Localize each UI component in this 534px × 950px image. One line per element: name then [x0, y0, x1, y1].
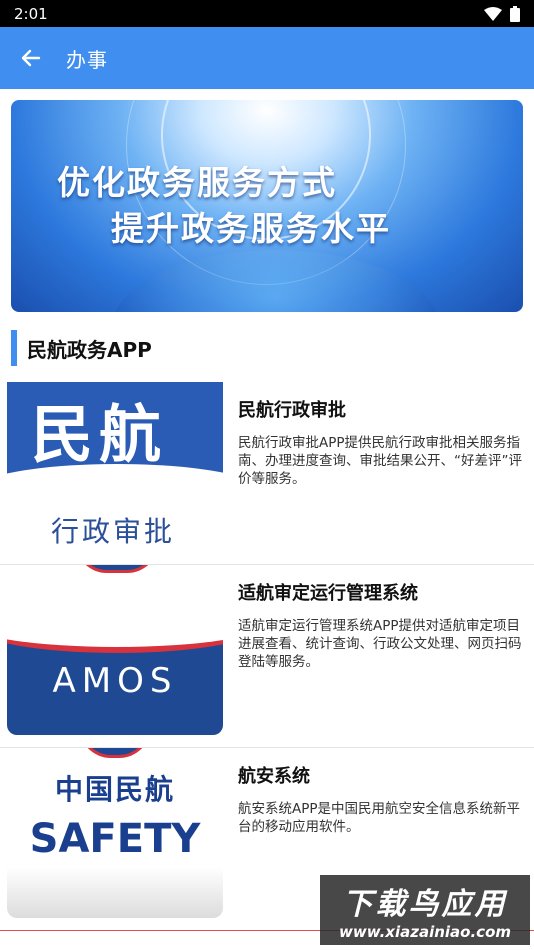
- app-thumbnail: 民航 行政审批: [7, 382, 223, 552]
- app-item-amos[interactable]: AMOS 适航审定运行管理系统 适航审定运行管理系统APP提供对适航审定项目进展…: [0, 565, 534, 748]
- thumb-text: AMOS: [52, 661, 178, 701]
- app-description: 适航审定运行管理系统APP提供对适航审定项目进展查看、统计查询、行政公文处理、网…: [238, 618, 522, 670]
- section-accent-bar: [11, 330, 17, 366]
- app-name: 航安系统: [238, 766, 310, 787]
- app-description: 民航行政审批APP提供民航行政审批相关服务指南、办理进度查询、审批结果公开、“好…: [238, 435, 522, 487]
- status-bar: 2:01: [0, 0, 534, 27]
- wifi-icon: [484, 6, 502, 21]
- banner-line-2: 提升政务服务水平: [111, 209, 391, 248]
- arrow-left-icon: [21, 49, 41, 67]
- banner[interactable]: 优化政务服务方式 提升政务服务水平: [11, 100, 523, 312]
- section-title: 民航政务APP: [27, 337, 152, 362]
- thumb-big-text: 民航: [31, 398, 168, 471]
- app-thumbnail: 中国民航 SAFETY: [7, 748, 223, 918]
- caac-logo-icon: [79, 748, 151, 758]
- app-description: 航安系统APP是中国民用航空安全信息系统新平台的移动应用软件。: [238, 801, 521, 835]
- section-header: 民航政务APP: [11, 329, 152, 367]
- banner-line-1: 优化政务服务方式: [57, 163, 337, 202]
- thumb-en-text: SAFETY: [29, 816, 201, 862]
- app-bar: 办事: [0, 27, 534, 89]
- app-name: 民航行政审批: [238, 400, 346, 421]
- content-area: 优化政务服务方式 提升政务服务水平 民航政务APP 民航 行政审批 民航行政审批…: [0, 89, 534, 950]
- thumb-small-text: 行政审批: [51, 515, 176, 548]
- banner-globe: [111, 250, 441, 312]
- battery-icon: [510, 5, 520, 22]
- app-name: 适航审定运行管理系统: [238, 583, 418, 604]
- thumb-cn-text: 中国民航: [54, 773, 175, 806]
- status-icons: [484, 5, 520, 22]
- app-item-xingzheng-shenpi[interactable]: 民航 行政审批 民航行政审批 民航行政审批APP提供民航行政审批相关服务指南、办…: [0, 382, 534, 565]
- back-button[interactable]: [0, 27, 62, 89]
- status-time: 2:01: [14, 4, 48, 23]
- thumb-red-swoosh: [7, 593, 223, 653]
- watermark-line-1: 下载鸟应用: [342, 887, 508, 922]
- watermark-line-2: www.xiazainiao.com: [338, 923, 512, 941]
- watermark: 下载鸟应用 www.xiazainiao.com: [320, 875, 530, 945]
- caac-logo-icon: [75, 565, 159, 573]
- page-title: 办事: [66, 47, 108, 72]
- app-thumbnail: AMOS: [7, 565, 223, 735]
